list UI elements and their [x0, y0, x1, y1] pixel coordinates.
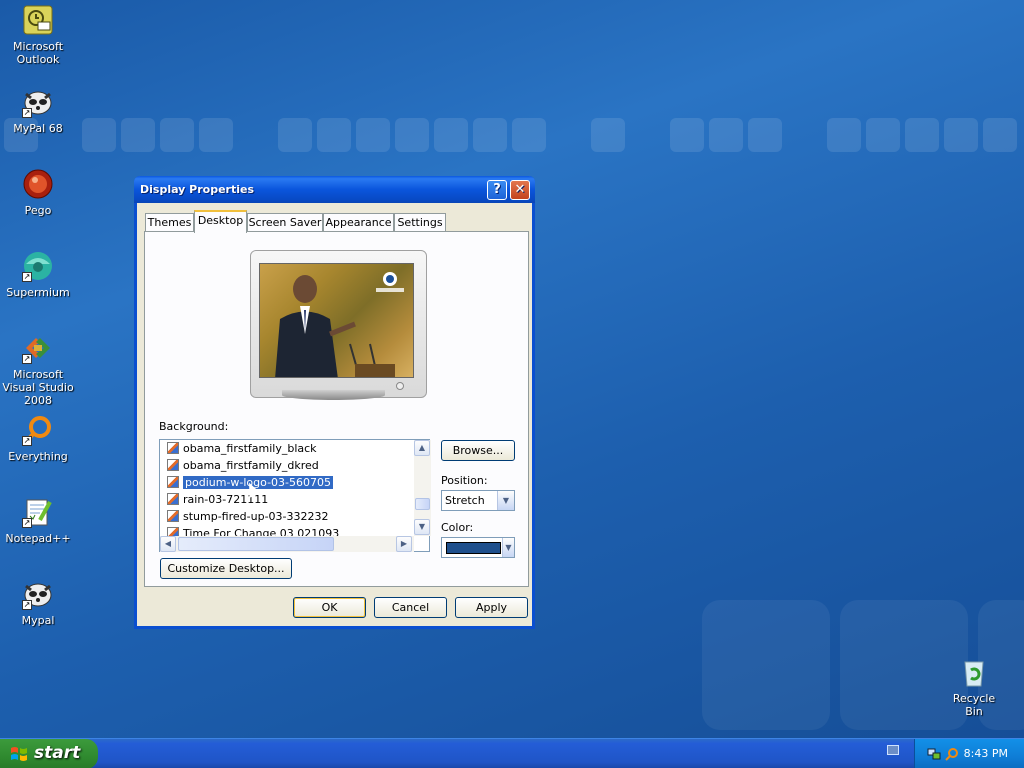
desktop-icon-visual-studio[interactable]: ↗ Microsoft Visual Studio 2008 [0, 332, 76, 407]
shortcut-arrow-icon: ↗ [22, 108, 32, 118]
image-file-icon [167, 442, 179, 454]
desktop-icon-label: Pego [24, 204, 52, 217]
mypal-icon: ↗ [22, 86, 54, 118]
desktop-icon-label: MyPal 68 [13, 122, 63, 135]
desktop-icon-label: Supermium [6, 286, 70, 299]
ok-button[interactable]: OK [293, 597, 366, 618]
keyboard-icon[interactable] [887, 745, 899, 755]
desktop-icon-recycle-bin[interactable]: Recycle Bin [944, 656, 1004, 718]
position-value: Stretch [445, 494, 485, 507]
network-icon[interactable] [927, 747, 941, 761]
image-file-icon [167, 527, 179, 536]
browse-button[interactable]: Browse... [441, 440, 515, 461]
scroll-down-icon[interactable]: ▼ [414, 519, 430, 535]
scroll-left-icon[interactable]: ◀ [160, 536, 176, 552]
notepadpp-icon: ↗ [22, 496, 54, 528]
shortcut-arrow-icon: ↗ [22, 436, 32, 446]
wallpaper-preview-image [259, 263, 414, 378]
color-label: Color: [441, 521, 474, 534]
supermium-icon: ↗ [22, 250, 54, 282]
vertical-scroll-thumb[interactable] [415, 498, 430, 510]
outlook-icon [22, 4, 54, 36]
visual-studio-icon: ↗ [22, 332, 54, 364]
tab-appearance[interactable]: Appearance [323, 213, 394, 232]
desktop-icon-label: Microsoft Outlook [12, 40, 64, 66]
desktop-icon-label: Microsoft Visual Studio 2008 [2, 368, 74, 407]
desktop-tab-panel: Background: obama_firstfamily_black obam… [144, 231, 529, 587]
list-item[interactable]: obama_firstfamily_dkred [167, 458, 319, 474]
image-file-icon [167, 459, 179, 471]
horizontal-scroll-thumb[interactable] [178, 537, 334, 551]
monitor-power-button [396, 382, 404, 390]
monitor-stand [282, 390, 385, 400]
list-item[interactable]: Time For Change 03 021093 [167, 526, 339, 536]
shortcut-arrow-icon: ↗ [22, 600, 32, 610]
image-file-icon [167, 493, 179, 505]
background-label: Background: [159, 420, 229, 433]
chevron-down-icon[interactable]: ▼ [497, 491, 514, 510]
shortcut-arrow-icon: ↗ [22, 354, 32, 364]
shortcut-arrow-icon: ↗ [22, 272, 32, 282]
tab-themes[interactable]: Themes [145, 213, 194, 232]
horizontal-scrollbar[interactable]: ◀ ▶ [160, 536, 414, 552]
recycle-bin-label: Recycle Bin [952, 692, 996, 718]
recycle-bin-icon [958, 656, 990, 688]
position-select[interactable]: Stretch ▼ [441, 490, 515, 511]
start-label: start [34, 743, 81, 763]
desktop-icon-mypal[interactable]: ↗ Mypal [0, 578, 76, 627]
apply-button[interactable]: Apply [455, 597, 528, 618]
dialog-titlebar[interactable]: Display Properties ? ✕ [134, 176, 535, 203]
tab-settings[interactable]: Settings [394, 213, 446, 232]
tab-screen-saver[interactable]: Screen Saver [247, 213, 323, 232]
help-button[interactable]: ? [487, 180, 507, 200]
list-item[interactable]: obama_firstfamily_black [167, 441, 317, 457]
position-label: Position: [441, 474, 488, 487]
customize-desktop-button[interactable]: Customize Desktop... [160, 558, 292, 579]
dialog-title: Display Properties [140, 183, 255, 196]
tab-desktop[interactable]: Desktop [194, 210, 247, 233]
image-file-icon [167, 476, 179, 488]
background-list[interactable]: obama_firstfamily_black obama_firstfamil… [159, 439, 431, 552]
desktop-icon-everything[interactable]: ↗ Everything [0, 414, 76, 463]
close-button[interactable]: ✕ [510, 180, 530, 200]
desktop-icon-mypal68[interactable]: ↗ MyPal 68 [0, 86, 76, 135]
color-swatch [446, 542, 501, 554]
system-tray: 8:43 PM [914, 739, 1024, 768]
scroll-right-icon[interactable]: ▶ [396, 536, 412, 552]
image-file-icon [167, 510, 179, 522]
start-button[interactable]: start [0, 739, 98, 768]
desktop-icon-notepadpp[interactable]: ↗ Notepad++ [0, 496, 76, 545]
display-properties-dialog: Display Properties ? ✕ Themes Desktop Sc… [134, 176, 535, 629]
chevron-down-icon[interactable]: ▼ [502, 538, 514, 557]
pego-icon [22, 168, 54, 200]
desktop-icon-supermium[interactable]: ↗ Supermium [0, 250, 76, 299]
mypal-icon: ↗ [22, 578, 54, 610]
desktop-icon-outlook[interactable]: Microsoft Outlook [0, 4, 76, 66]
everything-icon: ↗ [22, 414, 54, 446]
desktop-icon-pego[interactable]: Pego [0, 168, 76, 217]
color-picker[interactable]: ▼ [441, 537, 515, 558]
clock[interactable]: 8:43 PM [964, 747, 1008, 760]
vertical-scrollbar[interactable]: ▲ ▼ [414, 440, 431, 536]
monitor-preview [250, 250, 427, 398]
desktop-icon-label: Mypal [21, 614, 55, 627]
list-item[interactable]: stump-fired-up-03-332232 [167, 509, 329, 525]
windows-flag-icon [11, 747, 27, 761]
scroll-up-icon[interactable]: ▲ [414, 440, 430, 456]
desktop-icon-label: Notepad++ [5, 532, 71, 545]
cancel-button[interactable]: Cancel [374, 597, 447, 618]
taskbar: start 8:43 PM [0, 738, 1024, 768]
shortcut-arrow-icon: ↗ [22, 518, 32, 528]
desktop-icon-label: Everything [8, 450, 68, 463]
everything-tray-icon[interactable] [945, 747, 959, 761]
